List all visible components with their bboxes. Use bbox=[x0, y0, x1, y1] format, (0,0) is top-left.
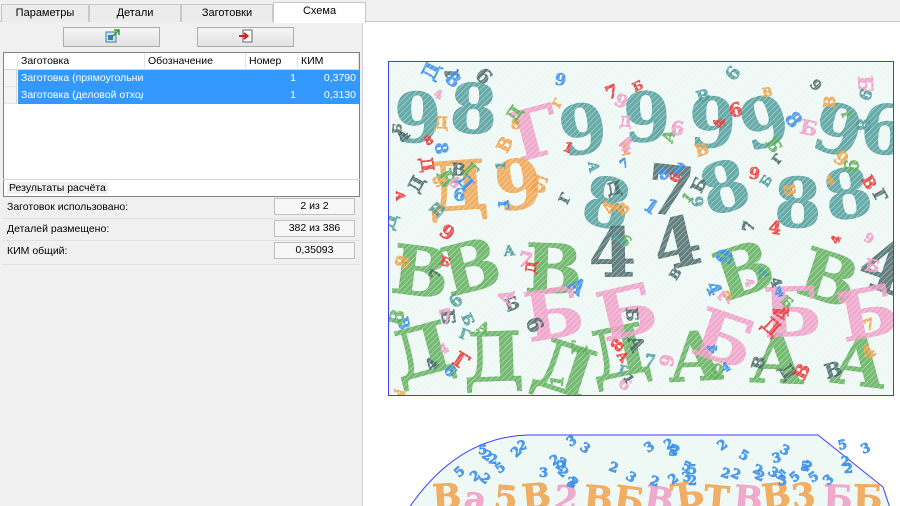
nested-part-shape: 5 bbox=[478, 443, 488, 458]
nesting-layout-offcut: Ва 5 В 2 ВБВЪТ ВВ3 Б Б325322 52 352 22323 22 523225 5… bbox=[409, 433, 890, 506]
nested-part-shape: 3 bbox=[859, 440, 873, 457]
table-row[interactable]: Заготовка (прямоугольник) 1 0,3790 bbox=[4, 70, 359, 87]
parts-placed-label: Деталей размещено: bbox=[7, 223, 110, 235]
kim-total-label: КИМ общий: bbox=[7, 245, 68, 257]
nested-part-shape: Б bbox=[853, 478, 883, 506]
column-header-number[interactable]: Номер bbox=[246, 53, 298, 70]
tab-scheme[interactable]: Схема bbox=[273, 2, 366, 23]
tab-details[interactable]: Детали bbox=[89, 4, 181, 22]
tab-parameters[interactable]: Параметры bbox=[1, 4, 89, 22]
column-header-designation[interactable]: Обозначение bbox=[145, 53, 246, 70]
export-button[interactable] bbox=[63, 27, 160, 47]
export-sheet-icon bbox=[104, 28, 120, 46]
column-header-kim[interactable]: КИМ bbox=[298, 53, 359, 70]
nested-part-shape: 2 bbox=[840, 455, 850, 470]
nested-part-shape: 5 bbox=[837, 437, 849, 454]
cell-number: 1 bbox=[290, 89, 296, 101]
kim-total-value: 0,35093 bbox=[274, 242, 355, 259]
nested-part-shape: 3 bbox=[778, 474, 788, 489]
divider bbox=[3, 218, 360, 219]
row-selector[interactable] bbox=[4, 70, 17, 87]
cell-designation bbox=[145, 87, 243, 104]
table-header: Заготовка Обозначение Номер КИМ bbox=[4, 53, 359, 70]
table-row[interactable]: Заготовка (деловой отход) 1 0,3130 bbox=[4, 87, 359, 104]
nested-part-shape: В bbox=[582, 478, 614, 506]
divider bbox=[3, 264, 360, 265]
blanks-used-value: 2 из 2 bbox=[274, 198, 355, 215]
scheme-canvas[interactable]: 98Г999996Д987888ВВВ44ВВ4ДДДДАААБББББ8419… bbox=[363, 22, 900, 506]
header-corner bbox=[4, 53, 18, 70]
nested-part-shape: 5 bbox=[492, 478, 519, 506]
cell-blank-name: Заготовка (деловой отход) bbox=[21, 89, 143, 101]
cell-number: 1 bbox=[290, 72, 296, 84]
tab-bar: Параметры Детали Заготовки Схема bbox=[0, 0, 900, 23]
sheet-rectangle[interactable]: 98Г999996Д987888ВВВ44ВВ4ДДДДАААБББББ8419… bbox=[388, 61, 894, 396]
nesting-layout-rectangle: 98Г999996Д987888ВВВ44ВВ4ДДДДАААБББББ8419… bbox=[389, 62, 893, 395]
results-group: Результаты расчёта Заготовок использован… bbox=[3, 179, 360, 268]
import-button[interactable] bbox=[197, 27, 294, 47]
cell-blank-name: Заготовка (прямоугольник) bbox=[21, 72, 143, 84]
tab-blanks[interactable]: Заготовки bbox=[181, 4, 273, 22]
column-header-blank[interactable]: Заготовка bbox=[18, 53, 145, 70]
sheet-offcut[interactable]: Ва5В2ВБВЪТВВ3ББ3253225235222323225232255… bbox=[393, 427, 893, 506]
row-selector[interactable] bbox=[4, 87, 17, 104]
left-panel: Заготовка Обозначение Номер КИМ Заготовк… bbox=[0, 22, 363, 506]
parts-placed-value: 382 из 386 bbox=[274, 220, 355, 237]
blanks-used-label: Заготовок использовано: bbox=[7, 201, 129, 213]
cell-kim: 0,3130 bbox=[323, 89, 356, 101]
divider bbox=[3, 240, 360, 241]
nested-part-shape: 3 bbox=[539, 466, 548, 481]
results-title: Результаты расчёта bbox=[7, 182, 108, 194]
nested-part-shape: В bbox=[431, 477, 462, 506]
import-sheet-icon bbox=[238, 29, 254, 46]
cell-kim: 0,3790 bbox=[323, 72, 356, 84]
cell-designation bbox=[145, 70, 243, 87]
hatch-overlay bbox=[389, 62, 893, 395]
blanks-table: Заготовка Обозначение Номер КИМ Заготовк… bbox=[3, 52, 360, 197]
